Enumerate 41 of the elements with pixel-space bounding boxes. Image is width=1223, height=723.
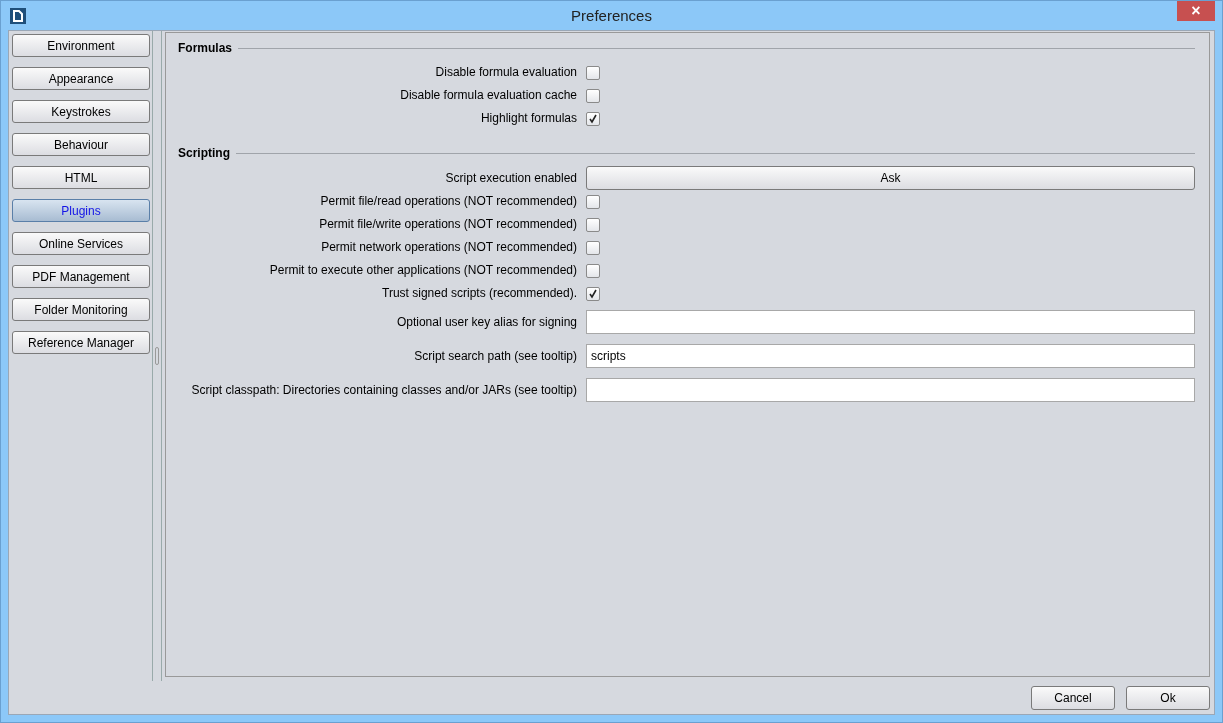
checkbox[interactable] [586,194,600,209]
setting-label: Script search path (see tooltip) [413,347,577,365]
category-button[interactable]: Plugins [12,199,150,222]
setting-label: Disable formula evaluation [434,64,577,81]
dialog-button[interactable]: Ok [1126,685,1210,710]
setting-label: Highlight formulas [479,110,577,127]
checkbox[interactable] [586,217,600,232]
category-button[interactable]: PDF Management [12,265,150,288]
category-button[interactable]: Appearance [12,67,150,90]
app-logo-icon [10,7,26,24]
close-button[interactable]: × [1177,1,1215,21]
checkbox[interactable] [586,88,600,103]
checkbox[interactable] [586,240,600,255]
input-field[interactable] [586,310,1195,334]
category-button[interactable]: Behaviour [12,133,150,156]
setting-label: Permit to execute other applications (NOT recommended) [268,262,577,279]
section-title: Formulas [178,41,232,55]
dialog-button[interactable]: Cancel [1031,685,1115,710]
setting-label: Optional user key alias for signing [395,313,577,331]
category-button[interactable]: Reference Manager [12,331,150,354]
category-button[interactable]: HTML [12,166,150,189]
checkbox[interactable] [586,65,600,80]
setting-label: Script classpath: Directories containing classes and/or JARs (see tooltip) [190,381,577,399]
dropdown-button[interactable]: Ask [586,166,1195,190]
input-field[interactable] [586,378,1195,402]
input-field[interactable]: scripts [586,344,1195,368]
category-button[interactable]: Keystrokes [12,100,150,123]
setting-label: Permit file/read operations (NOT recommended) [319,193,577,210]
setting-label: Script execution enabled [444,169,577,187]
setting-label: Permit file/write operations (NOT recommended) [318,216,577,233]
category-button[interactable]: Environment [12,34,150,57]
setting-label: Disable formula evaluation cache [399,87,577,104]
category-button[interactable]: Folder Monitoring [12,298,150,321]
checkbox[interactable] [586,111,600,126]
setting-label: Trust signed scripts (recommended). [381,285,577,302]
window-title: Preferences [570,7,652,24]
category-button[interactable]: Online Services [12,232,150,255]
checkbox[interactable] [586,263,600,278]
setting-label: Permit network operations (NOT recommended) [320,239,577,256]
section-title: Scripting [178,146,230,160]
checkbox[interactable] [586,286,600,301]
